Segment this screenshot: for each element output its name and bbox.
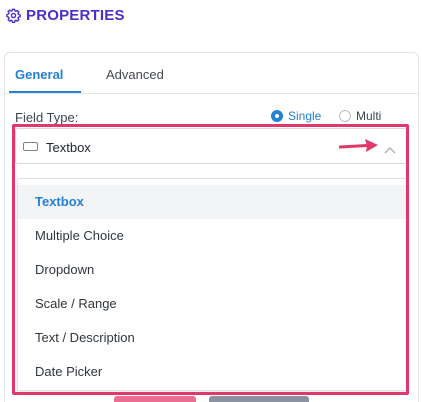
- dropdown-option-multiple-choice[interactable]: Multiple Choice: [18, 219, 406, 253]
- radio-checked-icon[interactable]: [271, 110, 283, 122]
- field-type-dropdown-menu: Textbox Multiple Choice Dropdown Scale /…: [17, 178, 407, 391]
- field-type-select[interactable]: Textbox: [15, 128, 407, 164]
- dropdown-option-text-description[interactable]: Text / Description: [18, 321, 406, 355]
- radio-multi[interactable]: Multi: [339, 109, 381, 123]
- tab-advanced[interactable]: Advanced: [106, 67, 164, 82]
- dropdown-option-date-picker[interactable]: Date Picker: [18, 355, 406, 389]
- field-type-label: Field Type:: [15, 110, 79, 125]
- tab-general[interactable]: General: [15, 67, 63, 82]
- dropdown-option-scale-range[interactable]: Scale / Range: [18, 287, 406, 321]
- radio-single[interactable]: Single: [271, 109, 321, 123]
- dropdown-option-dropdown[interactable]: Dropdown: [18, 253, 406, 287]
- tab-bar: General Advanced: [5, 53, 418, 94]
- panel-title: PROPERTIES: [26, 7, 125, 24]
- active-tab-indicator: [9, 91, 81, 93]
- textbox-icon: [23, 142, 38, 151]
- properties-panel: PROPERTIES General Advanced Field Type: …: [0, 0, 422, 402]
- field-type-row: Field Type: Single Multi: [15, 109, 410, 127]
- select-value: Textbox: [46, 140, 91, 155]
- dropdown-option-textbox[interactable]: Textbox: [18, 185, 406, 219]
- radio-single-label[interactable]: Single: [288, 109, 321, 123]
- chevron-up-icon[interactable]: [384, 141, 396, 159]
- panel-header: PROPERTIES: [6, 7, 125, 24]
- radio-unchecked-icon[interactable]: [339, 110, 351, 122]
- radio-multi-label[interactable]: Multi: [356, 109, 381, 123]
- delete-button-partial[interactable]: [114, 396, 196, 402]
- duplicate-button-partial[interactable]: [209, 396, 309, 402]
- pointer-arrow-icon: [338, 138, 379, 159]
- gear-icon: [6, 8, 21, 23]
